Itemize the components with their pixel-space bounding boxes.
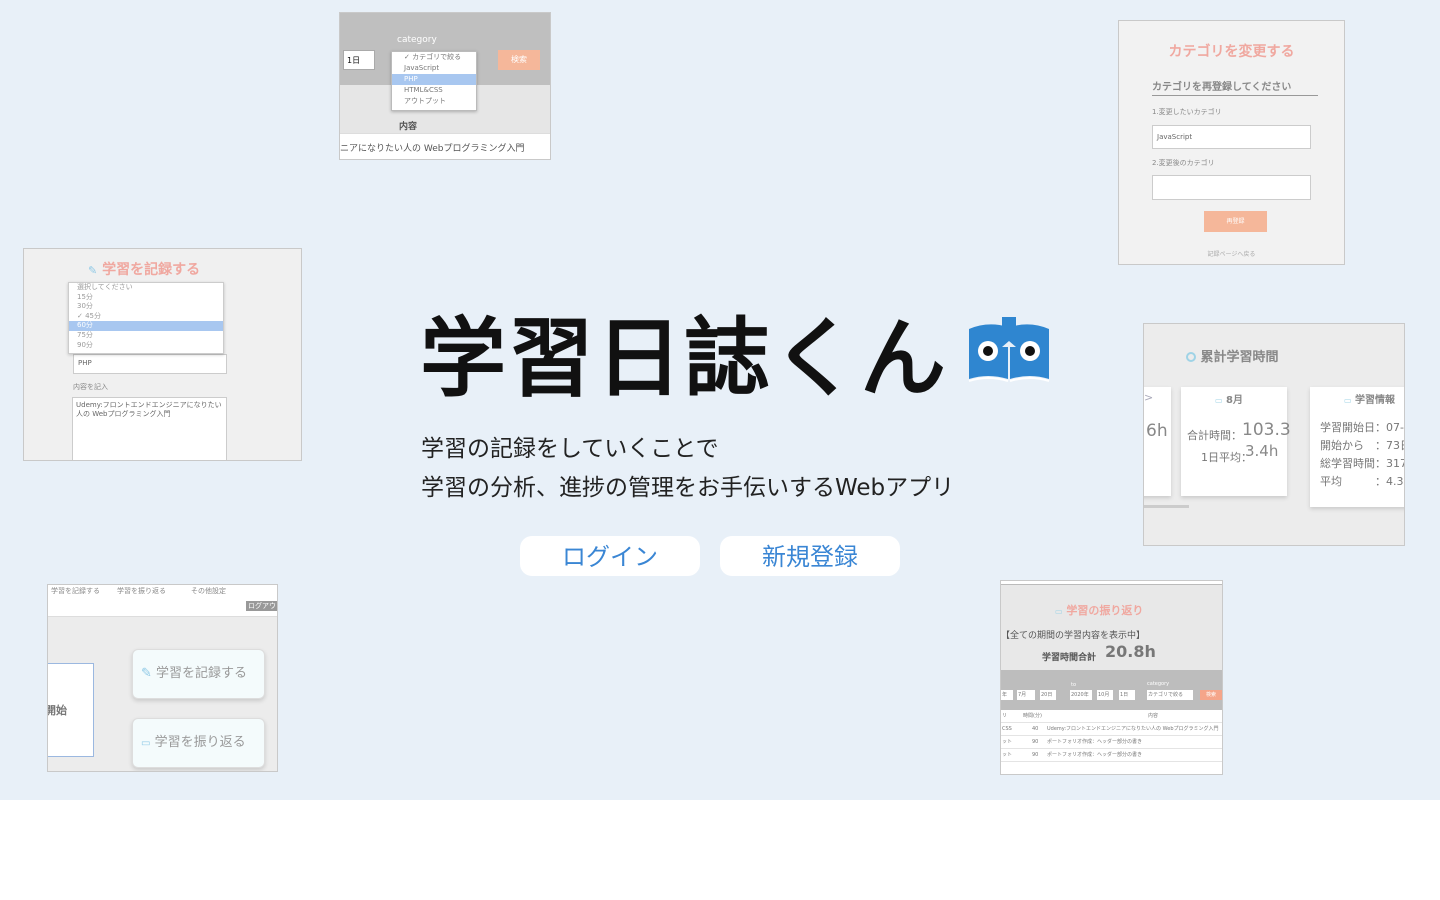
total-label: 合計時間： bbox=[1187, 429, 1242, 442]
search-button: 検索 bbox=[498, 50, 540, 70]
category-dropdown: ✓ カテゴリで絞る JavaScript PHP HTML&CSS アウトプット bbox=[391, 51, 477, 111]
category-select: カテゴリで絞る bbox=[1147, 690, 1193, 700]
day-select: 1日 bbox=[343, 50, 375, 70]
dropdown-option-highlighted: PHP bbox=[392, 74, 476, 85]
dropdown-option: 選択してください bbox=[77, 283, 133, 291]
label-new-category: 2.変更後のカテゴリ bbox=[1152, 159, 1215, 167]
start-card: 開始 bbox=[48, 663, 94, 757]
record-heading: ✎ 学習を記録する bbox=[88, 262, 201, 278]
avg-value: 3.4h bbox=[1245, 442, 1279, 460]
table-row: ニアになりたい人の Webプログラミング入門 bbox=[340, 133, 550, 159]
login-button[interactable]: ログイン bbox=[520, 536, 700, 576]
category-label: category bbox=[1147, 681, 1170, 687]
time-dropdown: 選択してください 15分 30分 ✓ 45分 60分 75分 90分 bbox=[68, 282, 224, 354]
preview-category-filter: category 1日 検索 内容 ニアになりたい人の Webプログラミング入門… bbox=[339, 12, 551, 160]
category-label: category bbox=[397, 35, 437, 45]
nav-bar: 学習を記録する 学習を振り返る その他設定 bbox=[48, 585, 277, 617]
to-label: to bbox=[1071, 682, 1077, 688]
app-title: 学習日誌くん bbox=[420, 308, 948, 409]
filter-field: 年 bbox=[1001, 690, 1013, 700]
dropdown-option: ✓ カテゴリで絞る bbox=[404, 53, 462, 61]
search-button: 検索 bbox=[1200, 690, 1222, 700]
current-category-select: JavaScript bbox=[1152, 125, 1311, 149]
period-text: 【全ての期間の学習内容を表示中】 bbox=[1001, 631, 1146, 641]
dropdown-option: ✓ 45分 bbox=[77, 311, 101, 320]
info-title: ▭ 学習情報 bbox=[1344, 395, 1396, 406]
tagline-line-2: 学習の分析、進捗の管理をお手伝いするWebアプリ bbox=[421, 475, 955, 501]
table-row: ット 90 ポートフォリオ作成：ヘッダー部分の書き bbox=[1001, 736, 1222, 749]
signup-button[interactable]: 新規登録 bbox=[720, 536, 900, 576]
tagline: 学習の記録をしていくことで 学習の分析、進捗の管理をお手伝いするWebアプリ bbox=[421, 430, 954, 508]
review-heading: ▭ 学習の振り返り bbox=[1055, 604, 1144, 617]
info-line: 総学習時間：317 bbox=[1320, 457, 1405, 470]
tagline-line-1: 学習の記録をしていくことで bbox=[421, 436, 719, 462]
preview-change-category: カテゴリを変更する カテゴリを再登録してください 1.変更したいカテゴリ Jav… bbox=[1118, 20, 1345, 265]
partial-value: 6h bbox=[1146, 421, 1168, 441]
nav-item: 学習を振り返る bbox=[117, 587, 166, 595]
dropdown-option-highlighted: 60分 bbox=[69, 321, 223, 331]
nav-item: その他設定 bbox=[191, 587, 226, 595]
preview-dashboard: 学習を記録する 学習を振り返る その他設定 ログアウ 開始 ✎ 学習を記録する … bbox=[47, 584, 278, 772]
dropdown-option: 15分 bbox=[77, 292, 93, 301]
scrollbar bbox=[1144, 505, 1189, 508]
table-row: CSS 40 Udemy:フロントエンドエンジニアになりたい人の Webプログラ… bbox=[1001, 723, 1222, 736]
book-small-icon: ▭ bbox=[141, 738, 151, 749]
filter-field: 7月 bbox=[1017, 690, 1035, 700]
book-small-icon: ▭ bbox=[1055, 607, 1063, 616]
month-card: ▭ 8月 合計時間： 103.3 1日平均： 3.4h bbox=[1181, 387, 1291, 496]
total-label: 学習時間合計 bbox=[1042, 653, 1097, 663]
filter-band: to category 年 7月 20日 2020年 10月 1日 カテゴリで絞… bbox=[1001, 670, 1222, 710]
total-value: 103.3 bbox=[1242, 420, 1291, 440]
preview-total-study-time: 累計学習時間 6h > ▭ 8月 合計時間： 103.3 1日平均： 3.4h … bbox=[1143, 323, 1405, 546]
clock-icon bbox=[1186, 352, 1196, 362]
preview-review: ▭ 学習の振り返り 【全ての期間の学習内容を表示中】 学習時間合計 20.8h … bbox=[1000, 580, 1223, 775]
content-label: 内容を記入 bbox=[73, 383, 108, 391]
preview-record-form: ✎ 学習を記録する PHP 内容を記入 Udemy:フロントエンドエンジニアにな… bbox=[23, 248, 302, 461]
hero-section: category 1日 検索 内容 ニアになりたい人の Webプログラミング入門… bbox=[0, 0, 1440, 800]
total-value: 20.8h bbox=[1105, 642, 1156, 661]
label-current-category: 1.変更したいカテゴリ bbox=[1152, 108, 1222, 116]
filter-field: 2020年 bbox=[1070, 690, 1092, 700]
total-heading: 累計学習時間 bbox=[1186, 346, 1279, 365]
change-category-heading: カテゴリを変更する bbox=[1168, 44, 1295, 60]
logout-button: ログアウ bbox=[246, 601, 277, 611]
filter-field: 20日 bbox=[1040, 690, 1056, 700]
top-bar bbox=[1001, 581, 1222, 585]
dropdown-option: 30分 bbox=[77, 302, 93, 311]
table-row: ット 90 ポートフォリオ作成：ヘッダー部分の書き bbox=[1001, 749, 1222, 762]
review-table: リ 時間(分) 内容 CSS 40 Udemy:フロントエンドエンジニアになりた… bbox=[1001, 710, 1222, 774]
info-card: ▭ 学習情報 学習開始日：07- 開始から ：73日 総学習時間：317 平均 … bbox=[1310, 387, 1405, 507]
filter-field: 1日 bbox=[1119, 690, 1135, 700]
record-study-button: ✎ 学習を記録する bbox=[132, 649, 265, 699]
dropdown-option: アウトプット bbox=[404, 97, 446, 105]
info-line: 学習開始日：07- bbox=[1320, 421, 1404, 434]
info-line: 開始から ：73日 bbox=[1320, 439, 1405, 452]
dropdown-option: 90分 bbox=[77, 340, 93, 349]
pencil-icon: ✎ bbox=[88, 264, 98, 277]
filter-field: 10月 bbox=[1097, 690, 1113, 700]
book-icon bbox=[966, 315, 1052, 385]
table-header: リ 時間(分) 内容 bbox=[1001, 710, 1222, 723]
book-small-icon: ▭ bbox=[1344, 396, 1352, 405]
dropdown-option: HTML&CSS bbox=[404, 86, 443, 94]
category-select: PHP bbox=[73, 354, 227, 374]
content-textarea: Udemy:フロントエンドエンジニアになりたい人の Webプログラミング入門 bbox=[72, 397, 227, 460]
dropdown-option: 75分 bbox=[77, 330, 93, 339]
new-category-input bbox=[1152, 175, 1311, 200]
stat-card: 6h > bbox=[1144, 387, 1171, 496]
book-small-icon: ▭ bbox=[1215, 396, 1223, 405]
review-study-button: ▭ 学習を振り返る bbox=[132, 718, 265, 768]
title-row: 学習日誌くん bbox=[420, 300, 1052, 409]
dropdown-option: JavaScript bbox=[404, 64, 440, 72]
chevron-right-icon: > bbox=[1144, 391, 1154, 404]
nav-item: 学習を記録する bbox=[51, 587, 100, 595]
info-line: 平均 ：4.3 bbox=[1320, 475, 1404, 488]
pencil-icon: ✎ bbox=[141, 666, 152, 681]
month-title: ▭ 8月 bbox=[1215, 395, 1244, 406]
back-link: 記録ページへ戻る bbox=[1207, 251, 1256, 258]
reregister-button: 再登録 bbox=[1204, 211, 1267, 232]
change-category-subheading: カテゴリを再登録してください bbox=[1152, 78, 1318, 96]
content-header: 内容 bbox=[399, 122, 418, 132]
